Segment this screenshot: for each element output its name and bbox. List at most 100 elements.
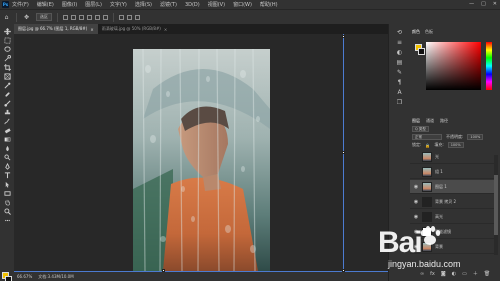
- fx-icon[interactable]: fx: [430, 271, 435, 277]
- close-button[interactable]: ✕: [493, 1, 497, 7]
- tab-layers[interactable]: 图层: [412, 118, 420, 124]
- trash-icon[interactable]: 🗑: [484, 271, 490, 277]
- zoom-level[interactable]: 66.67%: [17, 274, 32, 279]
- fill-field[interactable]: 100%: [447, 142, 464, 148]
- align-icons: [63, 14, 108, 20]
- blur-tool-icon[interactable]: [2, 144, 12, 153]
- path-selection-tool-icon[interactable]: [2, 180, 12, 189]
- lock-icon[interactable]: 🔒: [425, 143, 430, 148]
- clone-stamp-tool-icon[interactable]: [2, 108, 12, 117]
- tab-swatches[interactable]: 色板: [425, 29, 433, 35]
- move-icon[interactable]: ✥: [22, 13, 31, 22]
- eye-icon[interactable]: ◉: [413, 214, 419, 220]
- quick-select-tool-icon[interactable]: [2, 54, 12, 63]
- history-icon[interactable]: ⟲: [396, 29, 404, 36]
- link-icon[interactable]: ∞: [420, 271, 424, 277]
- tab-document-1[interactable]: 图层.jpg @ 66.7% (图层 1, RGB/8#) ×: [14, 24, 98, 34]
- document-image[interactable]: [133, 49, 270, 271]
- adjustments-icon[interactable]: ◐: [396, 49, 404, 56]
- eye-icon[interactable]: ◉: [413, 184, 419, 190]
- tab-document-2[interactable]: 雨滴玻璃.jpg @ 50% (RGB/8#) ×: [98, 24, 172, 34]
- panel-background-swatch[interactable]: [418, 48, 425, 55]
- brush-tool-icon[interactable]: [2, 99, 12, 108]
- maximize-button[interactable]: □: [481, 1, 486, 7]
- menu-help[interactable]: 帮助(H): [260, 1, 278, 8]
- align-right-icon[interactable]: [79, 14, 84, 20]
- move-tool-icon[interactable]: [2, 27, 12, 36]
- menu-3d[interactable]: 3D(D): [185, 2, 200, 8]
- menu-type[interactable]: 文字(Y): [110, 1, 127, 8]
- minimize-button[interactable]: —: [469, 1, 474, 7]
- transform-handle[interactable]: [342, 35, 345, 38]
- menu-image[interactable]: 图像(I): [62, 1, 77, 8]
- properties-icon[interactable]: ≡: [396, 39, 404, 46]
- layer-row[interactable]: ◉ 高光: [410, 210, 498, 224]
- distribute-space-icon[interactable]: [135, 14, 140, 20]
- brush-settings-icon[interactable]: ✎: [396, 69, 404, 76]
- eraser-tool-icon[interactable]: [2, 126, 12, 135]
- close-icon[interactable]: ×: [90, 27, 93, 32]
- close-icon[interactable]: ×: [164, 27, 167, 32]
- mode-select[interactable]: 选区: [36, 13, 52, 21]
- history-brush-tool-icon[interactable]: [2, 117, 12, 126]
- zoom-tool-icon[interactable]: [2, 207, 12, 216]
- home-icon[interactable]: ⌂: [2, 13, 11, 22]
- blend-mode-select[interactable]: 正常: [412, 134, 442, 140]
- more-tools-icon[interactable]: [2, 216, 12, 225]
- align-middle-icon[interactable]: [95, 14, 100, 20]
- gradient-tool-icon[interactable]: [2, 135, 12, 144]
- align-center-icon[interactable]: [71, 14, 76, 20]
- background-color-swatch[interactable]: [5, 276, 12, 281]
- layer-row[interactable]: ◉ 背景 拷贝 2: [410, 195, 498, 209]
- scrollbar-thumb[interactable]: [494, 175, 498, 235]
- opacity-field[interactable]: 100%: [467, 134, 484, 140]
- menu-window[interactable]: 窗口(W): [233, 1, 252, 8]
- layer-thumbnail: [422, 196, 432, 207]
- tab-paths[interactable]: 路径: [440, 118, 448, 124]
- folder-icon[interactable]: ▭: [462, 271, 467, 277]
- layer-row[interactable]: 光: [410, 150, 498, 164]
- layer-filter-select[interactable]: Q 类型: [412, 126, 429, 132]
- distribute-v-icon[interactable]: [127, 14, 132, 20]
- mask-icon[interactable]: ◙: [441, 271, 446, 277]
- eye-icon[interactable]: ◉: [413, 199, 419, 205]
- rain-glass-portrait-image: [133, 49, 270, 271]
- new-layer-icon[interactable]: ＋: [473, 270, 478, 277]
- pen-tool-icon[interactable]: [2, 162, 12, 171]
- color-picker-field[interactable]: [426, 42, 481, 90]
- marquee-tool-icon[interactable]: [2, 36, 12, 45]
- lasso-tool-icon[interactable]: [2, 45, 12, 54]
- menu-edit[interactable]: 编辑(E): [37, 1, 54, 8]
- menu-view[interactable]: 视图(V): [208, 1, 225, 8]
- document-info[interactable]: 文档:3.43M/10.0M: [38, 274, 73, 280]
- eyedropper-tool-icon[interactable]: [2, 81, 12, 90]
- libraries-icon[interactable]: ▤: [396, 59, 404, 66]
- character-icon[interactable]: A: [396, 89, 404, 96]
- color-panel-tabs: 颜色 色板: [412, 29, 433, 35]
- align-left-icon[interactable]: [63, 14, 68, 20]
- layers-scrollbar[interactable]: [494, 155, 498, 255]
- hand-tool-icon[interactable]: [2, 198, 12, 207]
- paragraph-icon[interactable]: ¶: [396, 79, 404, 86]
- tab-channels[interactable]: 通道: [426, 118, 434, 124]
- glyphs-icon[interactable]: ❐: [396, 99, 404, 106]
- menu-file[interactable]: 文件(F): [12, 1, 29, 8]
- frame-tool-icon[interactable]: [2, 72, 12, 81]
- align-bottom-icon[interactable]: [103, 14, 108, 20]
- hue-slider[interactable]: [486, 42, 492, 90]
- rectangle-tool-icon[interactable]: [2, 189, 12, 198]
- layer-row-selected[interactable]: ◉ 图层 1: [410, 180, 498, 194]
- transform-handle[interactable]: [342, 151, 345, 154]
- menu-select[interactable]: 选择(S): [135, 1, 152, 8]
- distribute-h-icon[interactable]: [119, 14, 124, 20]
- healing-brush-tool-icon[interactable]: [2, 90, 12, 99]
- dodge-tool-icon[interactable]: [2, 153, 12, 162]
- tab-color[interactable]: 颜色: [412, 29, 420, 35]
- layer-row[interactable]: 组 1: [410, 165, 498, 179]
- align-top-icon[interactable]: [87, 14, 92, 20]
- adjustment-icon[interactable]: ◐: [452, 271, 456, 277]
- crop-tool-icon[interactable]: [2, 63, 12, 72]
- menu-layer[interactable]: 图层(L): [85, 1, 102, 8]
- type-tool-icon[interactable]: [2, 171, 12, 180]
- menu-filter[interactable]: 滤镜(T): [160, 1, 177, 8]
